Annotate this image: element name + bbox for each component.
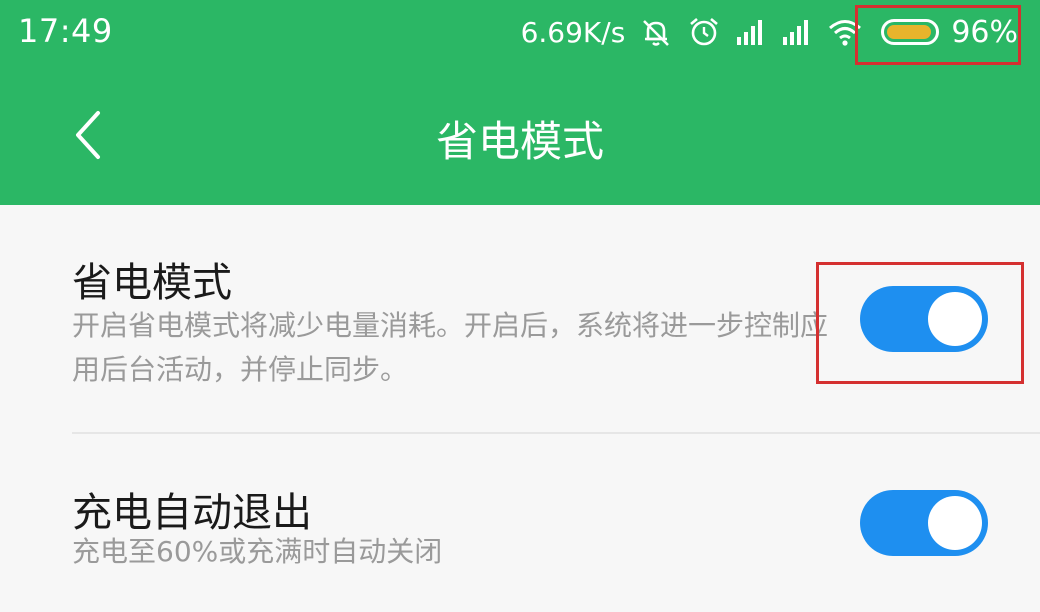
toggle-highlight-box [816,262,1024,384]
status-icons: 6.69K/s 96% [520,4,1022,65]
divider [72,432,1040,434]
toggle-knob [928,496,982,550]
setting-description-auto-exit: 充电至60%或充满时自动关闭 [72,535,443,568]
network-speed: 6.69K/s [520,15,626,49]
setting-title-power-saving: 省电模式 [72,260,232,306]
battery-status: 96% [855,4,1022,65]
nav-bar: 省电模式 [0,90,1040,180]
mute-bell-icon [639,15,673,49]
alarm-clock-icon [687,15,721,49]
setting-description-power-saving: 开启省电模式将减少电量消耗。开启后，系统将进一步控制应用后台活动，并停止同步。 [72,309,829,386]
signal-icon [735,17,767,47]
status-time: 17:49 [18,12,113,50]
page-title: 省电模式 [435,117,604,166]
battery-highlight-box [855,4,1022,65]
app-header: 17:49 6.69K/s 96% 省电模式 [0,0,1040,205]
signal-icon [781,17,813,47]
auto-exit-toggle[interactable] [860,490,988,556]
status-bar: 17:49 6.69K/s 96% [0,0,1040,65]
